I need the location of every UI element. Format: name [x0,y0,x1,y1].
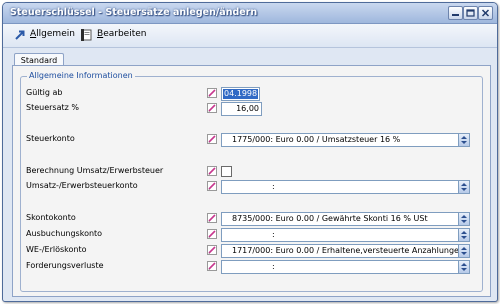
minimize-button[interactable] [448,6,463,20]
dropdown-button[interactable] [458,245,469,257]
umsatz-erwerb-label: Umsatz-/Erwerbsteuerkonto [26,181,138,190]
steuersatz-label: Steuersatz % [26,103,79,112]
edit-pen-icon[interactable] [207,245,217,255]
dropdown-button[interactable] [458,229,469,241]
up-down-arrows-icon [461,215,467,223]
toolbar-bearbeiten-label: Bearbeiten [97,29,147,39]
dropdown-button[interactable] [458,134,469,146]
umsatz-erwerb-value: : [272,182,275,191]
edit-pen-icon[interactable] [207,88,217,98]
ausbuchung-select[interactable]: : [221,228,470,242]
close-icon [479,7,492,19]
edit-pen-icon[interactable] [207,103,217,113]
up-down-arrows-icon [461,231,467,239]
forderung-label: Forderungsverluste [26,261,104,270]
edit-pen-icon[interactable] [207,166,217,176]
umsatz-erwerb-select[interactable]: : [221,180,470,194]
steuersatz-value: 16,00 [236,104,259,113]
tab-panel: Allgemeine Informationen Gültig ab 04.19… [12,65,491,297]
skontokonto-select[interactable]: 8735/000: Euro 0.00 / Gewährte Skonti 16… [221,212,470,226]
gueltig-ab-label: Gültig ab [26,88,63,97]
steuerkonto-value: 1775/000: Euro 0.00 / Umsatzsteuer 16 % [232,135,401,144]
skontokonto-label: Skontokonto [26,213,76,222]
maximize-button[interactable] [463,6,478,20]
up-down-arrows-icon [461,136,467,144]
edit-pen-icon[interactable] [207,261,217,271]
toolbar-allgemein-button[interactable]: Allgemein [13,27,75,44]
we-erloes-value: 1717/000: Euro 0.00 / Erhaltene,versteue… [232,246,470,255]
arrow-up-right-icon [13,28,27,42]
edit-document-icon [80,28,94,42]
window-title: Steuerschlüssel - Steuersätze anlegen/än… [10,7,258,18]
tab-bar: Standard [3,48,497,67]
we-erloes-select[interactable]: 1717/000: Euro 0.00 / Erhaltene,versteue… [221,244,470,258]
steuerkonto-label: Steuerkonto [26,134,75,143]
edit-pen-icon[interactable] [207,229,217,239]
berechnung-label: Berechnung Umsatz/Erwerbsteuer [26,166,164,175]
group-title: Allgemeine Informationen [27,71,135,80]
ausbuchung-value: : [272,230,275,239]
dropdown-button[interactable] [458,213,469,225]
ausbuchung-label: Ausbuchungskonto [26,229,103,238]
edit-pen-icon[interactable] [207,181,217,191]
skontokonto-value: 8735/000: Euro 0.00 / Gewährte Skonti 16… [232,214,428,223]
dropdown-button[interactable] [458,181,469,193]
steuerkonto-select[interactable]: 1775/000: Euro 0.00 / Umsatzsteuer 16 % [221,133,470,147]
we-erloes-label: WE-/Erlöskonto [26,245,87,254]
berechnung-checkbox[interactable] [221,166,232,177]
edit-pen-icon[interactable] [207,134,217,144]
gueltig-ab-value: 04.1998 [223,89,259,99]
close-button[interactable] [478,6,493,20]
general-info-group: Allgemeine Informationen Gültig ab 04.19… [20,71,483,292]
dropdown-button[interactable] [458,261,469,273]
toolbar-bearbeiten-button[interactable]: Bearbeiten [80,27,146,44]
title-bar: Steuerschlüssel - Steuersätze anlegen/än… [3,3,497,24]
forderung-select[interactable]: : [221,260,470,274]
toolbar: Allgemein Bearbeiten [3,24,497,48]
up-down-arrows-icon [461,183,467,191]
maximize-icon [464,7,477,19]
toolbar-allgemein-label: Allgemein [30,29,75,39]
edit-pen-icon[interactable] [207,213,217,223]
forderung-value: : [272,262,275,271]
steuersatz-input[interactable]: 16,00 [221,102,262,116]
minimize-icon [449,7,462,19]
up-down-arrows-icon [461,263,467,271]
up-down-arrows-icon [461,247,467,255]
gueltig-ab-input[interactable]: 04.1998 [221,87,260,101]
dialog-window: Steuerschlüssel - Steuersätze anlegen/än… [2,2,498,302]
